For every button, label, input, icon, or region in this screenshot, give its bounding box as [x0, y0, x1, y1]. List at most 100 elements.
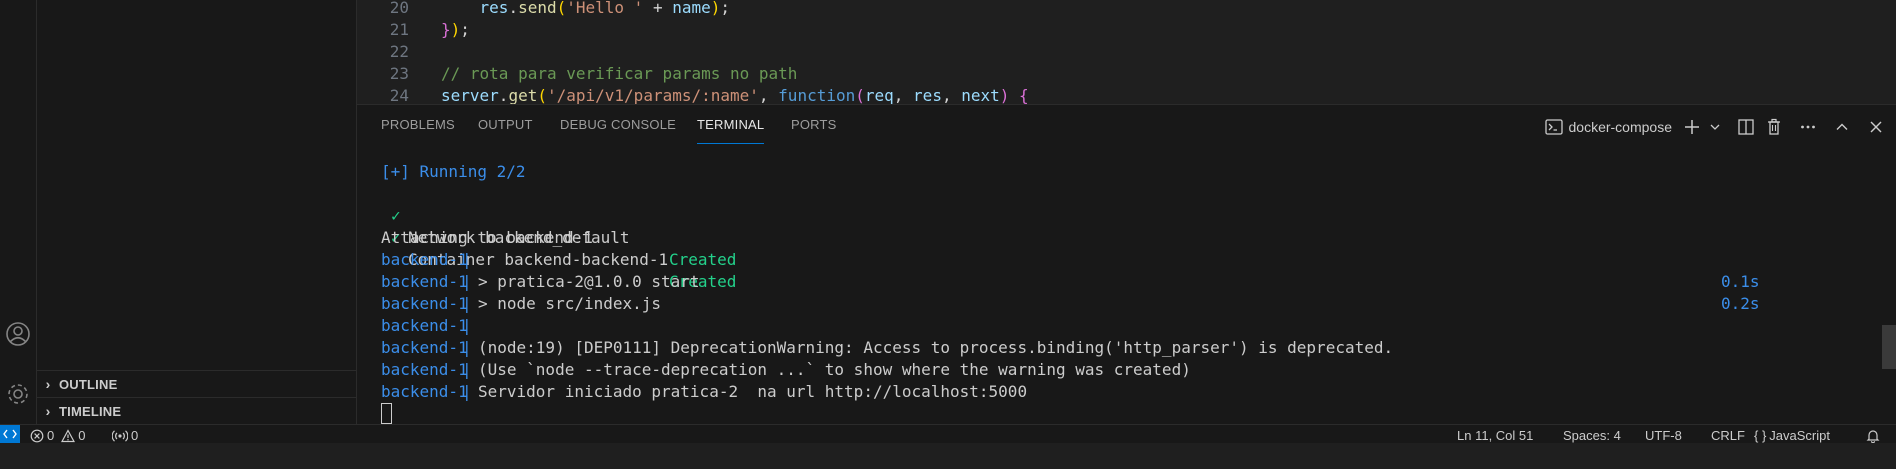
- code-line: 21});: [357, 19, 1896, 41]
- terminal-icon: [1544, 119, 1563, 135]
- activity-bar: [0, 0, 37, 424]
- code-line: 22: [357, 41, 1896, 63]
- close-panel-button[interactable]: [1864, 115, 1888, 139]
- code-token: req: [864, 86, 894, 104]
- terminal-log-line: backend-1 |: [381, 249, 1881, 271]
- tab-terminal[interactable]: TERMINAL: [697, 117, 765, 144]
- split-terminal-button[interactable]: [1734, 115, 1758, 139]
- terminal-log-line: backend-1 | > node src/index.js: [381, 293, 1881, 315]
- line-number: 23: [389, 64, 409, 83]
- log-message: > node src/index.js: [478, 294, 662, 313]
- remote-indicator[interactable]: [0, 425, 20, 443]
- new-terminal-button[interactable]: [1680, 115, 1704, 139]
- encoding-status[interactable]: UTF-8: [1645, 428, 1682, 443]
- code-token: ,: [893, 86, 914, 104]
- code-token: ;: [720, 0, 731, 17]
- broadcast-icon: [112, 429, 128, 442]
- code-token: // rota para verificar params no path: [441, 64, 798, 83]
- terminal-scrollbar[interactable]: [1882, 149, 1896, 425]
- log-separator: |: [462, 360, 472, 379]
- code-token: res: [479, 0, 509, 17]
- outline-label: OUTLINE: [59, 376, 118, 392]
- code-content: });: [441, 19, 470, 41]
- log-prefix: backend-1: [381, 272, 468, 291]
- ellipsis-icon: [1801, 125, 1815, 129]
- problems-status[interactable]: 0 0: [30, 428, 85, 443]
- log-prefix: backend-1: [381, 316, 468, 335]
- plus-icon: [1685, 120, 1699, 134]
- code-content: // rota para verificar params no path: [441, 63, 797, 85]
- line-number: 21: [389, 20, 409, 39]
- code-token: ): [710, 0, 721, 17]
- timeline-section-header[interactable]: › TIMELINE: [37, 397, 356, 424]
- log-message: (node:19) [DEP0111] DeprecationWarning: …: [478, 338, 1394, 357]
- code-token: ): [450, 20, 461, 39]
- close-icon: [1870, 121, 1882, 133]
- more-actions-button[interactable]: [1796, 115, 1820, 139]
- code-content: res.send('Hello ' + name);: [441, 0, 731, 19]
- terminal-status-row: ✓ Container backend-backend-1 Created 0.…: [381, 205, 1881, 313]
- scrollbar-thumb[interactable]: [1882, 325, 1896, 369]
- terminal-selector[interactable]: docker-compose: [1541, 115, 1677, 139]
- code-editor[interactable]: 20 res.send('Hello ' + name); 21}); 22 23//…: [357, 0, 1896, 104]
- trash-icon: [1768, 118, 1780, 135]
- code-token: '/api/v1/params/:name': [546, 86, 759, 104]
- terminal-output[interactable]: [+] Running 2/2 ✓ Network backend_defaul…: [381, 161, 1881, 424]
- outline-section-header[interactable]: › OUTLINE: [37, 370, 356, 397]
- code-token: name: [672, 0, 711, 17]
- log-prefix: backend-1: [381, 360, 468, 379]
- language-status[interactable]: { } JavaScript: [1754, 428, 1830, 443]
- code-token: .: [508, 0, 519, 17]
- settings-gear-icon[interactable]: [0, 376, 36, 412]
- log-prefix: backend-1: [381, 294, 468, 313]
- cursor-position[interactable]: Ln 11, Col 51: [1457, 428, 1533, 443]
- code-token: +: [643, 0, 673, 17]
- notifications-button[interactable]: [1866, 428, 1880, 443]
- log-separator: |: [462, 338, 472, 357]
- log-separator: |: [462, 294, 472, 313]
- code-token: (: [556, 0, 567, 17]
- code-line: 24 server.get('/api/v1/params/:name', fun…: [357, 85, 1896, 104]
- chevron-up-icon: [1836, 123, 1848, 130]
- code-token: function: [778, 86, 856, 104]
- log-message: Servidor iniciado pratica-2 na url http:…: [478, 382, 1028, 401]
- code-line: 20 res.send('Hello ' + name);: [357, 0, 1896, 19]
- line-number: 24: [389, 86, 409, 104]
- braces-icon: { }: [1754, 428, 1767, 443]
- ports-count: 0: [131, 428, 139, 443]
- code-token: get: [508, 86, 538, 104]
- tab-ports[interactable]: PORTS: [791, 117, 837, 143]
- code-token: send: [518, 0, 557, 17]
- log-separator: |: [462, 272, 472, 291]
- chevron-right-icon: ›: [45, 403, 51, 419]
- sidebar: › OUTLINE › TIMELINE: [37, 0, 357, 424]
- log-separator: |: [462, 316, 472, 335]
- tab-debug-console[interactable]: DEBUG CONSOLE: [560, 117, 676, 143]
- code-token: server: [441, 86, 499, 104]
- language-label: JavaScript: [1769, 428, 1830, 443]
- eol-status[interactable]: CRLF: [1711, 428, 1745, 443]
- code-token: next: [961, 86, 1000, 104]
- ports-status[interactable]: 0: [112, 428, 138, 443]
- tab-problems[interactable]: PROBLEMS: [381, 117, 455, 143]
- terminal-status-row: ✓ Network backend_default Created 0.1s: [381, 183, 1881, 291]
- log-message: > pratica-2@1.0.0 start: [478, 272, 700, 291]
- status-bar: 0 0 0 Ln 11, Col 51 Spaces: 4 UTF-8 CRLF…: [0, 424, 1896, 443]
- tab-output[interactable]: OUTPUT: [478, 117, 533, 143]
- terminal-dropdown-button[interactable]: [1708, 115, 1722, 139]
- terminal-log-line: backend-1 |: [381, 315, 1881, 337]
- warning-icon: [61, 428, 76, 442]
- code-token: (: [855, 86, 865, 104]
- code-line: 23 // rota para verificar params no path: [357, 63, 1896, 85]
- line-number: 22: [389, 42, 409, 61]
- kill-terminal-button[interactable]: [1762, 115, 1786, 139]
- terminal-log-line: backend-1 | Servidor iniciado pratica-2 na…: [381, 381, 1881, 403]
- accounts-icon[interactable]: [0, 316, 36, 352]
- indentation-status[interactable]: Spaces: 4: [1563, 428, 1621, 443]
- maximize-panel-button[interactable]: [1830, 115, 1854, 139]
- terminal-name: docker-compose: [1568, 119, 1673, 135]
- code-token: 'Hello ': [566, 0, 644, 17]
- chevron-down-icon: [1710, 124, 1720, 130]
- code-token: }: [441, 20, 451, 39]
- log-separator: |: [462, 382, 472, 401]
